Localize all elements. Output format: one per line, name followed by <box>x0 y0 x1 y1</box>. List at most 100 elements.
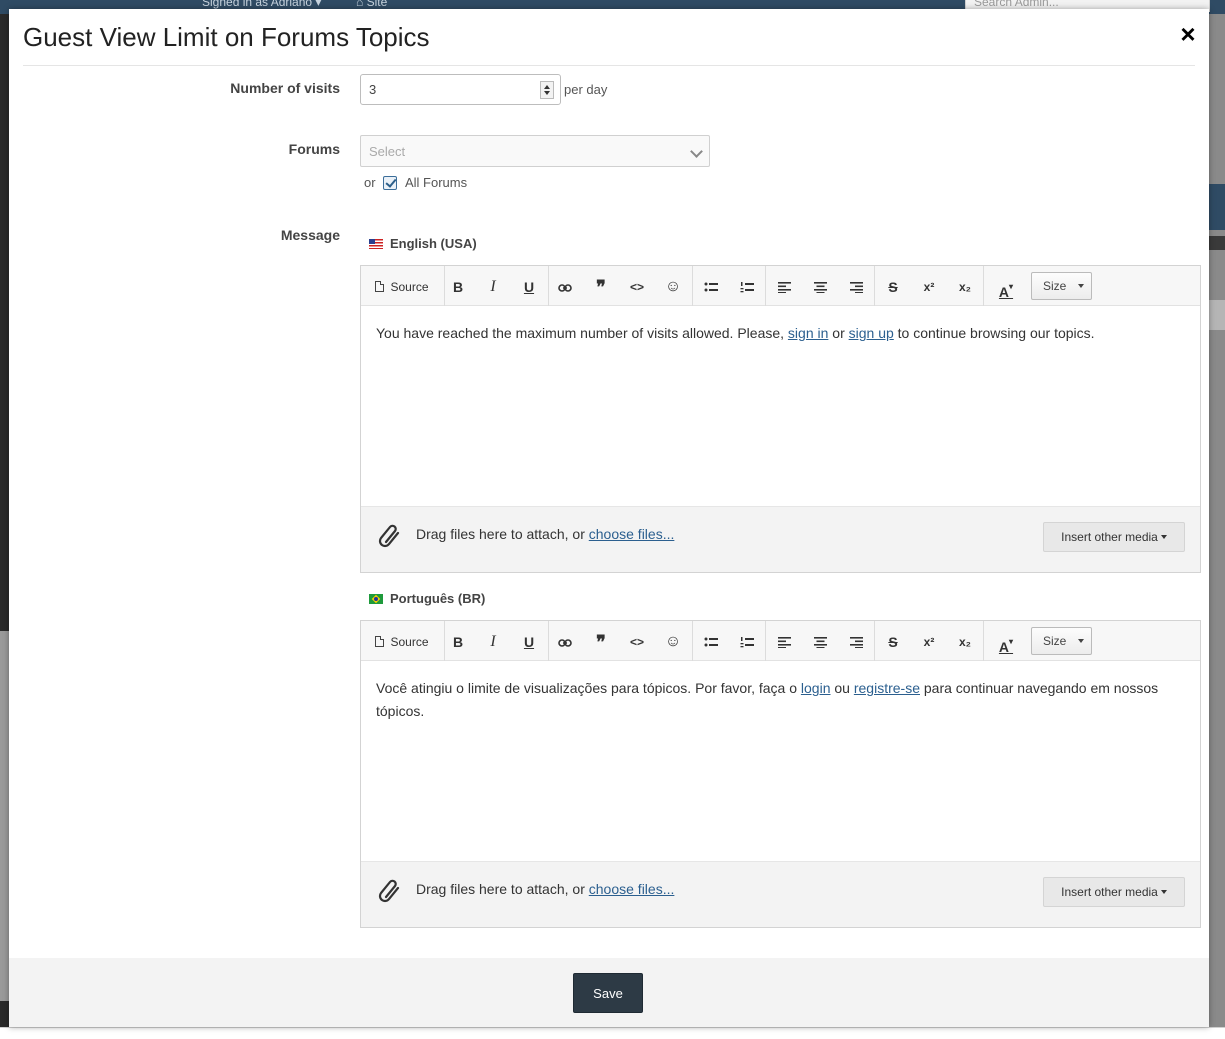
link-icon <box>558 639 572 647</box>
font-color-button[interactable]: A▾ <box>991 631 1021 655</box>
align-right-button[interactable] <box>845 631 867 653</box>
editor-content[interactable]: Você atingiu o limite de visualizações p… <box>361 661 1200 861</box>
toolbar-separator <box>874 621 875 661</box>
editor-content[interactable]: You have reached the maximum number of v… <box>361 306 1200 506</box>
all-forums-label[interactable]: All Forums <box>405 175 467 190</box>
toolbar-separator <box>692 621 693 661</box>
close-button[interactable]: × <box>1175 19 1201 49</box>
toolbar-separator <box>548 266 549 306</box>
caret-down-icon <box>1160 535 1167 539</box>
background-tab <box>1209 236 1225 250</box>
forums-label: Forums <box>288 141 340 157</box>
align-left-icon <box>777 282 791 293</box>
align-right-button[interactable] <box>845 276 867 298</box>
editor-toolbar: Source B I U ❞ <> ☺ S x² x₂ A▾ Size <box>361 266 1200 306</box>
source-button[interactable]: Source <box>371 276 433 298</box>
source-icon <box>375 281 385 292</box>
strikethrough-button[interactable]: S <box>882 631 904 653</box>
underline-button[interactable]: U <box>518 631 540 653</box>
numbered-list-button[interactable] <box>736 631 758 653</box>
code-button[interactable]: <> <box>626 276 648 298</box>
background-sidebar <box>0 14 9 631</box>
chevron-down-icon <box>690 145 703 158</box>
forums-select[interactable]: Select <box>360 135 710 167</box>
font-color-button[interactable]: A▾ <box>991 276 1021 300</box>
all-forums-checkbox[interactable] <box>383 176 397 190</box>
modal-title: Guest View Limit on Forums Topics <box>23 22 430 52</box>
underline-button[interactable]: U <box>518 276 540 298</box>
background-sidebar-lower <box>0 631 9 1001</box>
align-right-icon <box>849 282 863 293</box>
attach-instructions: Drag files here to attach, or choose fil… <box>416 881 675 897</box>
align-right-icon <box>849 637 863 648</box>
site-link: ⌂ Site <box>356 0 388 9</box>
language-label-english: English (USA) <box>369 236 477 251</box>
emoji-button[interactable]: ☺ <box>662 631 684 653</box>
toolbar-separator <box>983 266 984 306</box>
paperclip-icon <box>378 879 400 903</box>
toolbar-separator <box>765 621 766 661</box>
visits-input[interactable] <box>361 75 531 104</box>
choose-files-link[interactable]: choose files... <box>589 881 675 897</box>
align-left-button[interactable] <box>773 631 795 653</box>
toolbar-separator <box>548 621 549 661</box>
choose-files-link[interactable]: choose files... <box>589 526 675 542</box>
modal-header: Guest View Limit on Forums Topics × <box>23 9 1196 66</box>
bold-button[interactable]: B <box>447 276 469 298</box>
italic-button[interactable]: I <box>482 276 504 298</box>
brazil-flag-icon <box>369 594 383 604</box>
editor-toolbar: Source B I U ❞ <> ☺ S x² x₂ A▾ Size <box>361 621 1200 661</box>
numbered-list-button[interactable] <box>736 276 758 298</box>
visits-stepper[interactable] <box>540 81 554 99</box>
toolbar-separator <box>765 266 766 306</box>
register-link[interactable]: registre-se <box>854 680 920 696</box>
background-bottom <box>0 1027 1225 1039</box>
font-size-dropdown[interactable]: Size <box>1031 627 1092 655</box>
insert-media-button[interactable]: Insert other media <box>1043 877 1185 907</box>
stepper-down-icon[interactable] <box>544 91 550 95</box>
superscript-button[interactable]: x² <box>918 276 940 298</box>
strikethrough-button[interactable]: S <box>882 276 904 298</box>
subscript-button[interactable]: x₂ <box>954 276 976 298</box>
sign-in-link[interactable]: sign in <box>788 325 828 341</box>
message-editor-portuguese: Source B I U ❞ <> ☺ S x² x₂ A▾ Size Você… <box>360 620 1201 928</box>
attachment-dropzone[interactable]: Drag files here to attach, or choose fil… <box>361 506 1200 572</box>
link-button[interactable] <box>554 276 576 298</box>
italic-button[interactable]: I <box>482 631 504 653</box>
forums-select-placeholder: Select <box>369 144 406 159</box>
background-tab <box>1209 300 1225 330</box>
attachment-dropzone[interactable]: Drag files here to attach, or choose fil… <box>361 861 1200 927</box>
login-link[interactable]: login <box>801 680 831 696</box>
message-label: Message <box>280 227 340 243</box>
message-editor-english: Source B I U ❞ <> ☺ S x² x₂ A▾ Size You … <box>360 265 1201 573</box>
caret-down-icon <box>1160 890 1167 894</box>
modal-footer: Save <box>9 958 1209 1027</box>
bullet-list-button[interactable] <box>700 276 722 298</box>
save-button[interactable]: Save <box>573 973 643 1013</box>
link-button[interactable] <box>554 631 576 653</box>
background-right-edge <box>1209 14 1225 1027</box>
font-size-dropdown[interactable]: Size <box>1031 272 1092 300</box>
align-center-button[interactable] <box>809 276 831 298</box>
quote-button[interactable]: ❞ <box>590 631 612 653</box>
toolbar-separator <box>444 266 445 306</box>
align-center-button[interactable] <box>809 631 831 653</box>
link-icon <box>558 284 572 292</box>
subscript-button[interactable]: x₂ <box>954 631 976 653</box>
code-button[interactable]: <> <box>626 631 648 653</box>
superscript-button[interactable]: x² <box>918 631 940 653</box>
align-left-button[interactable] <box>773 276 795 298</box>
visits-number-field[interactable] <box>360 74 561 105</box>
align-center-icon <box>813 282 827 293</box>
visits-label: Number of visits <box>230 80 340 96</box>
signed-in-text: Signed in as Adriano ▾ <box>202 0 322 9</box>
stepper-up-icon[interactable] <box>544 85 550 89</box>
bullet-list-button[interactable] <box>700 631 722 653</box>
quote-button[interactable]: ❞ <box>590 276 612 298</box>
bold-button[interactable]: B <box>447 631 469 653</box>
insert-media-button[interactable]: Insert other media <box>1043 522 1185 552</box>
guest-view-limit-modal: Guest View Limit on Forums Topics × Numb… <box>9 9 1209 1027</box>
sign-up-link[interactable]: sign up <box>849 325 894 341</box>
source-button[interactable]: Source <box>371 631 433 653</box>
emoji-button[interactable]: ☺ <box>662 276 684 298</box>
